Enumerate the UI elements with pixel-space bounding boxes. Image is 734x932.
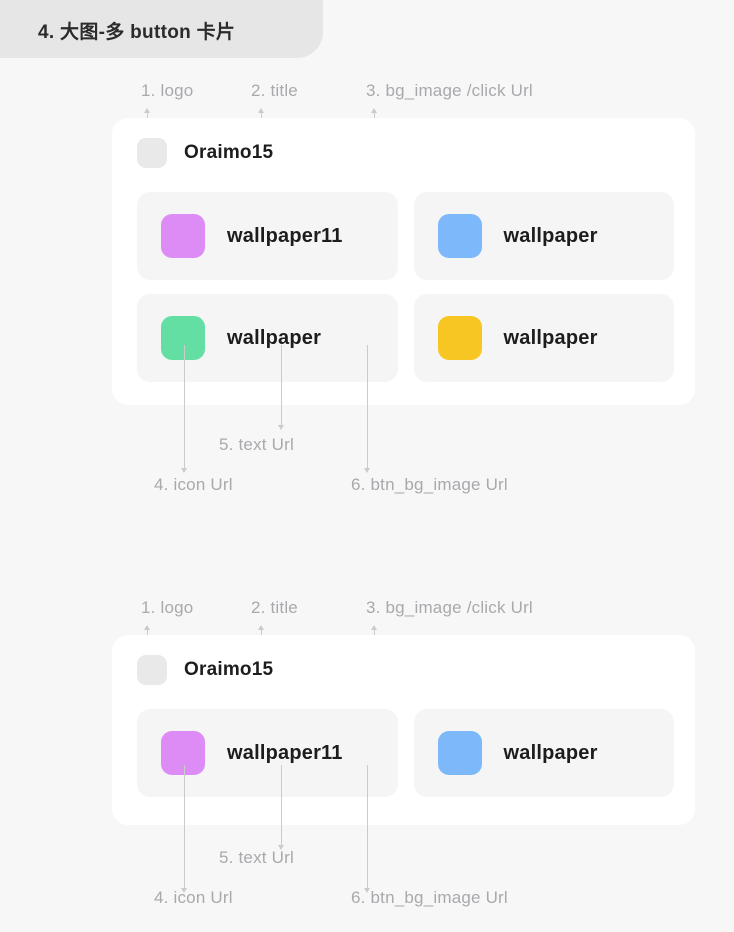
button-grid-2: wallpaper11 wallpaper — [137, 709, 674, 797]
annotation-icon-url-1: 4. icon Url — [154, 475, 233, 494]
wallpaper-swatch-purple-icon — [161, 731, 205, 775]
card-button-2-2[interactable]: wallpaper — [413, 709, 674, 797]
leader-line-icon-url-2 — [184, 765, 185, 891]
card-button-label-1-2: wallpaper — [503, 224, 598, 247]
card-header-2: Oraimo15 — [137, 655, 273, 685]
leader-line-text-url-1 — [281, 345, 282, 428]
leader-line-text-url-2 — [281, 765, 282, 848]
card-title-2: Oraimo15 — [184, 659, 274, 680]
card-button-1-3[interactable]: wallpaper — [137, 294, 398, 382]
section-tab: 4. 大图-多 button 卡片 — [0, 0, 323, 58]
card-logo-icon-1 — [137, 138, 167, 168]
preview-card-1[interactable]: Oraimo15 wallpaper11 wallpaper wallpaper… — [112, 118, 695, 405]
annotation-logo-2: 1. logo — [141, 598, 194, 617]
leader-arrow-icon-url-1 — [181, 468, 187, 473]
annotation-text-url-2: 5. text Url — [219, 848, 294, 867]
annotation-bg-image-2: 3. bg_image /click Url — [366, 598, 533, 617]
button-grid-1: wallpaper11 wallpaper wallpaper wallpape… — [137, 192, 674, 382]
card-title-1: Oraimo15 — [184, 142, 274, 163]
annotation-bg-image-1: 3. bg_image /click Url — [366, 81, 533, 100]
section-title: 4. 大图-多 button 卡片 — [38, 22, 236, 43]
leader-line-btn-bg-url-1 — [367, 345, 368, 471]
annotation-title-1: 2. title — [251, 81, 298, 100]
card-button-label-1-4: wallpaper — [503, 326, 598, 349]
annotation-text-url-1: 5. text Url — [219, 435, 294, 454]
leader-arrow-text-url-1 — [278, 425, 284, 430]
annotation-title-2: 2. title — [251, 598, 298, 617]
card-button-2-1[interactable]: wallpaper11 — [137, 709, 398, 797]
leader-arrow-btn-bg-url-1 — [364, 468, 370, 473]
card-logo-icon-2 — [137, 655, 167, 685]
card-header-1: Oraimo15 — [137, 138, 273, 168]
annotation-btn-bg-url-2: 6. btn_bg_image Url — [351, 888, 508, 907]
card-button-1-1[interactable]: wallpaper11 — [137, 192, 398, 280]
wallpaper-swatch-blue-icon — [437, 214, 482, 258]
card-button-label-1-3: wallpaper — [227, 326, 322, 349]
card-button-1-2[interactable]: wallpaper — [413, 192, 674, 280]
wallpaper-swatch-green-icon — [161, 316, 205, 360]
card-button-label-2-2: wallpaper — [503, 741, 598, 764]
wallpaper-swatch-yellow-icon — [437, 316, 482, 360]
annotation-icon-url-2: 4. icon Url — [154, 888, 233, 907]
card-button-1-4[interactable]: wallpaper — [413, 294, 674, 382]
card-button-label-1-1: wallpaper11 — [227, 224, 343, 247]
wallpaper-swatch-blue-icon — [437, 731, 482, 775]
preview-card-2[interactable]: Oraimo15 wallpaper11 wallpaper — [112, 635, 695, 825]
wallpaper-swatch-purple-icon — [161, 214, 205, 258]
annotation-logo-1: 1. logo — [141, 81, 194, 100]
card-button-label-2-1: wallpaper11 — [227, 741, 343, 764]
leader-line-icon-url-1 — [184, 345, 185, 471]
leader-line-btn-bg-url-2 — [367, 765, 368, 891]
annotation-btn-bg-url-1: 6. btn_bg_image Url — [351, 475, 508, 494]
